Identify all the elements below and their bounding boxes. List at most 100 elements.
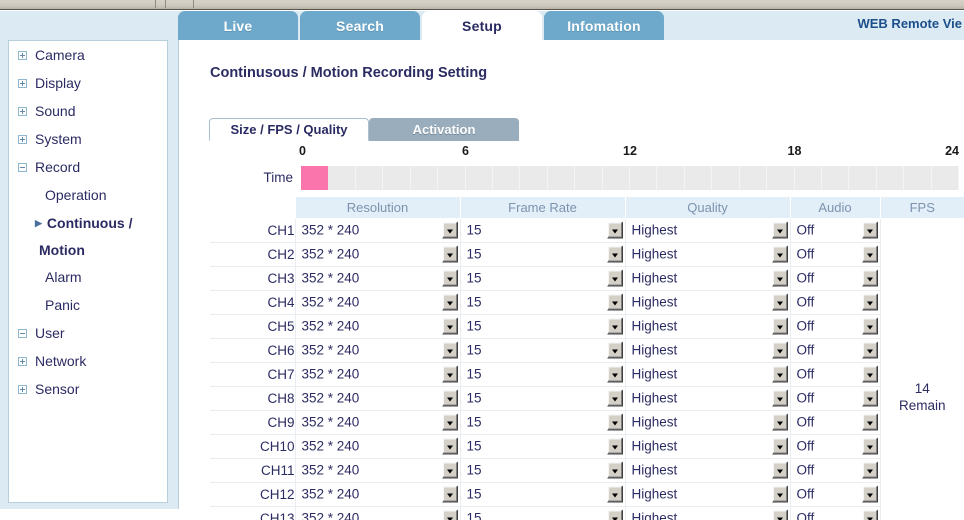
frame-rate-dropdown-button[interactable] xyxy=(607,486,623,503)
audio-dropdown-button[interactable] xyxy=(862,342,878,359)
quality-dropdown-button[interactable] xyxy=(772,486,788,503)
audio-dropdown-button[interactable] xyxy=(862,438,878,455)
cell-channel: CH9 xyxy=(210,410,295,434)
cell-quality: Highest xyxy=(625,386,790,410)
quality-dropdown-button[interactable] xyxy=(772,414,788,431)
resolution-dropdown-button[interactable] xyxy=(442,486,458,503)
cell-frame-rate: 15 xyxy=(460,314,625,338)
table-row: CH3352 * 24015HighestOff xyxy=(210,266,964,290)
chrome-divider-3 xyxy=(166,0,194,8)
cell-quality: Highest xyxy=(625,482,790,506)
cell-channel: CH12 xyxy=(210,482,295,506)
resolution-value: 352 * 240 xyxy=(302,511,360,520)
frame-rate-dropdown-button[interactable] xyxy=(607,294,623,311)
quality-value: Highest xyxy=(632,295,678,310)
cell-channel: CH13 xyxy=(210,506,295,520)
resolution-dropdown-button[interactable] xyxy=(442,342,458,359)
cell-frame-rate: 15 xyxy=(460,386,625,410)
frame-rate-dropdown-button[interactable] xyxy=(607,438,623,455)
cell-channel: CH4 xyxy=(210,290,295,314)
quality-dropdown-button[interactable] xyxy=(772,438,788,455)
table-row: CH10352 * 24015HighestOff xyxy=(210,434,964,458)
resolution-dropdown-button[interactable] xyxy=(442,438,458,455)
audio-dropdown-button[interactable] xyxy=(862,270,878,287)
frame-rate-dropdown-button[interactable] xyxy=(607,390,623,407)
table-row: CH1352 * 24015HighestOff14Remain xyxy=(210,218,964,242)
cell-resolution: 352 * 240 xyxy=(295,386,460,410)
quality-dropdown-button[interactable] xyxy=(772,318,788,335)
audio-dropdown-button[interactable] xyxy=(862,246,878,263)
quality-dropdown-button[interactable] xyxy=(772,366,788,383)
cell-frame-rate: 15 xyxy=(460,290,625,314)
audio-value: Off xyxy=(797,343,815,358)
audio-value: Off xyxy=(797,271,815,286)
audio-dropdown-button[interactable] xyxy=(862,294,878,311)
audio-dropdown-button[interactable] xyxy=(862,414,878,431)
audio-value: Off xyxy=(797,463,815,478)
cell-audio: Off xyxy=(790,362,880,386)
audio-dropdown-button[interactable] xyxy=(862,222,878,239)
resolution-dropdown-button[interactable] xyxy=(442,222,458,239)
resolution-dropdown-button[interactable] xyxy=(442,390,458,407)
subtab-size-fps-quality[interactable]: Size / FPS / Quality xyxy=(209,118,369,141)
resolution-value: 352 * 240 xyxy=(302,223,360,238)
cell-channel: CH11 xyxy=(210,458,295,482)
cell-frame-rate: 15 xyxy=(460,266,625,290)
audio-dropdown-button[interactable] xyxy=(862,462,878,479)
cell-frame-rate: 15 xyxy=(460,242,625,266)
cell-quality: Highest xyxy=(625,266,790,290)
cell-quality: Highest xyxy=(625,290,790,314)
frame-rate-dropdown-button[interactable] xyxy=(607,510,623,520)
frame-rate-dropdown-button[interactable] xyxy=(607,270,623,287)
cell-frame-rate: 15 xyxy=(460,458,625,482)
cell-audio: Off xyxy=(790,410,880,434)
col-header-frame-rate: Frame Rate xyxy=(460,197,625,218)
frame-rate-dropdown-button[interactable] xyxy=(607,462,623,479)
cell-audio: Off xyxy=(790,242,880,266)
quality-dropdown-button[interactable] xyxy=(772,390,788,407)
resolution-dropdown-button[interactable] xyxy=(442,294,458,311)
resolution-dropdown-button[interactable] xyxy=(442,414,458,431)
cell-quality: Highest xyxy=(625,458,790,482)
quality-dropdown-button[interactable] xyxy=(772,270,788,287)
audio-dropdown-button[interactable] xyxy=(862,486,878,503)
audio-dropdown-button[interactable] xyxy=(862,366,878,383)
chrome-divider-2 xyxy=(156,0,166,8)
frame-rate-dropdown-button[interactable] xyxy=(607,246,623,263)
quality-dropdown-button[interactable] xyxy=(772,222,788,239)
audio-dropdown-button[interactable] xyxy=(862,390,878,407)
resolution-dropdown-button[interactable] xyxy=(442,510,458,520)
cell-resolution: 352 * 240 xyxy=(295,218,460,242)
frame-rate-dropdown-button[interactable] xyxy=(607,414,623,431)
resolution-dropdown-button[interactable] xyxy=(442,462,458,479)
frame-rate-dropdown-button[interactable] xyxy=(607,342,623,359)
resolution-dropdown-button[interactable] xyxy=(442,270,458,287)
cell-frame-rate: 15 xyxy=(460,362,625,386)
quality-dropdown-button[interactable] xyxy=(772,510,788,520)
resolution-value: 352 * 240 xyxy=(302,319,360,334)
col-header-fps: FPS xyxy=(880,197,964,218)
fps-remain-label: Remain xyxy=(881,398,964,415)
quality-dropdown-button[interactable] xyxy=(772,462,788,479)
frame-rate-value: 15 xyxy=(467,223,482,238)
chrome-divider-1 xyxy=(0,0,156,8)
recording-settings-table: Resolution Frame Rate Quality Audio FPS … xyxy=(210,197,964,520)
resolution-dropdown-button[interactable] xyxy=(442,366,458,383)
frame-rate-dropdown-button[interactable] xyxy=(607,222,623,239)
quality-value: Highest xyxy=(632,487,678,502)
quality-value: Highest xyxy=(632,367,678,382)
audio-dropdown-button[interactable] xyxy=(862,318,878,335)
resolution-dropdown-button[interactable] xyxy=(442,318,458,335)
cell-resolution: 352 * 240 xyxy=(295,482,460,506)
audio-dropdown-button[interactable] xyxy=(862,510,878,520)
quality-dropdown-button[interactable] xyxy=(772,342,788,359)
cell-channel: CH3 xyxy=(210,266,295,290)
frame-rate-value: 15 xyxy=(467,295,482,310)
cell-channel: CH5 xyxy=(210,314,295,338)
frame-rate-dropdown-button[interactable] xyxy=(607,318,623,335)
resolution-dropdown-button[interactable] xyxy=(442,246,458,263)
quality-dropdown-button[interactable] xyxy=(772,246,788,263)
fps-remain-group: 14Remain xyxy=(881,333,964,415)
frame-rate-dropdown-button[interactable] xyxy=(607,366,623,383)
quality-dropdown-button[interactable] xyxy=(772,294,788,311)
